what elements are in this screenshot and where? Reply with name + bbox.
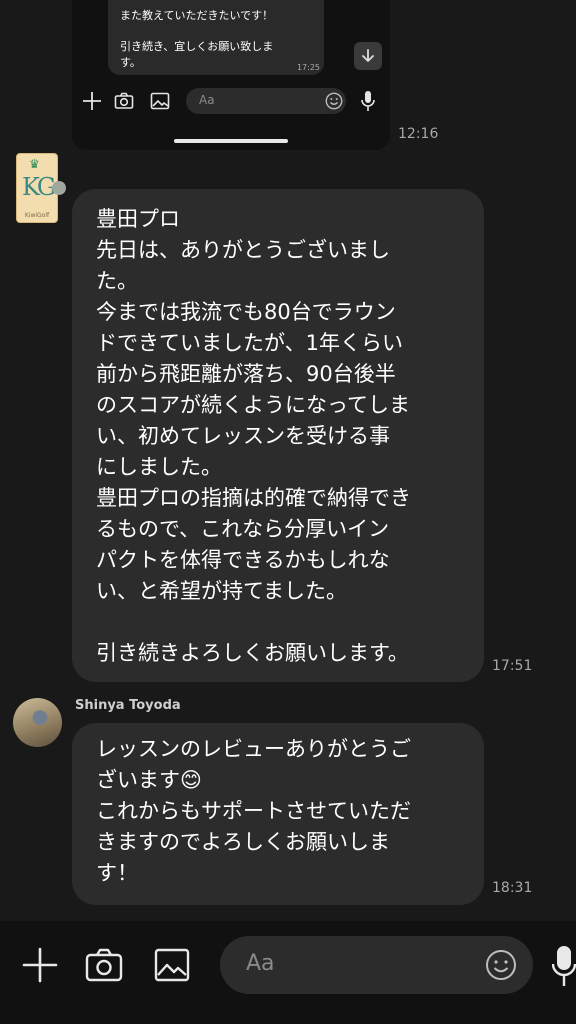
- image-icon[interactable]: [154, 947, 190, 983]
- message-line: これからもサポートさせていただ: [96, 799, 411, 823]
- scroll-down-button[interactable]: [354, 42, 382, 70]
- avatar[interactable]: [13, 698, 62, 747]
- input-placeholder: Aa: [246, 951, 275, 976]
- message-line: るもので、これなら分厚いイン: [96, 517, 390, 541]
- image-icon: [150, 92, 170, 110]
- message-time: 17:51: [492, 658, 533, 674]
- message-line: レッスンのレビューありがとうご: [96, 737, 411, 761]
- mic-icon: [361, 91, 375, 111]
- message-time: 12:16: [398, 126, 439, 142]
- message-line: 先日は、ありがとうございまし: [96, 238, 390, 262]
- embedded-input-placeholder: Aa: [199, 93, 215, 107]
- message-line: ざいます😊: [96, 768, 202, 792]
- embedded-screenshot[interactable]: また教えていただきたいです！ 引き続き、宜しくお願い致しま す。 17:25 A…: [72, 0, 390, 150]
- message-line: のスコアが続くようになってしま: [96, 393, 410, 417]
- embedded-composer: Aa: [72, 80, 390, 122]
- embedded-message-line: す。: [120, 56, 141, 69]
- message-line: ドできていましたが、1年くらい: [96, 331, 403, 355]
- logo: KG: [22, 173, 56, 201]
- message-line: 前から飛距離が落ち、90台後半: [96, 362, 396, 386]
- message-line: 豊田プロ: [96, 207, 180, 231]
- embedded-message-line: 引き続き、宜しくお願い致しま: [120, 40, 274, 53]
- message-line: 今までは我流でも80台でラウン: [96, 300, 396, 324]
- composer-bar: Aa: [0, 921, 576, 1024]
- sender-name: Shinya Toyoda: [75, 698, 181, 713]
- embedded-message-time: 17:25: [296, 63, 320, 72]
- message-time: 18:31: [492, 880, 533, 896]
- plus-icon[interactable]: [22, 947, 58, 983]
- camera-icon: [114, 92, 134, 109]
- embedded-message-input[interactable]: Aa: [186, 88, 346, 114]
- camera-icon[interactable]: [85, 947, 123, 983]
- avatar-brand: KiwiGolf: [24, 212, 50, 219]
- message-line: い、と希望が持てました。: [96, 579, 347, 603]
- message-line: パクトを体得できるかもしれな: [96, 548, 390, 572]
- embedded-message-line: また教えていただきたいです！: [120, 9, 274, 22]
- message-line: た。: [96, 269, 138, 293]
- crown-icon: ♛: [29, 157, 40, 171]
- home-indicator: [174, 139, 288, 143]
- message-line: にしました。: [96, 455, 222, 479]
- message-line: きますのでよろしくお願いしま: [96, 830, 390, 854]
- message-line: 豊田プロの指摘は的確で納得でき: [96, 486, 411, 510]
- embedded-message-bubble: また教えていただきたいです！ 引き続き、宜しくお願い致しま す。 17:25: [108, 0, 324, 75]
- plus-icon: [83, 92, 101, 110]
- emoji-icon: [325, 92, 343, 110]
- mic-icon[interactable]: [552, 944, 576, 988]
- message-line: 引き続きよろしくお願いします。: [96, 641, 409, 665]
- message-line: い、初めてレッスンを受ける事: [96, 424, 390, 448]
- arrow-down-icon: [362, 49, 374, 62]
- avatar-badge: [52, 181, 66, 195]
- message-line: す！: [96, 861, 138, 885]
- emoji-icon[interactable]: [485, 949, 517, 981]
- message-bubble[interactable]: 豊田プロ 先日は、ありがとうございまし た。 今までは我流でも80台でラウン ド…: [72, 189, 484, 682]
- message-input[interactable]: Aa: [220, 936, 533, 994]
- message-bubble[interactable]: レッスンのレビューありがとうご ざいます😊 これからもサポートさせていただ きま…: [72, 723, 484, 905]
